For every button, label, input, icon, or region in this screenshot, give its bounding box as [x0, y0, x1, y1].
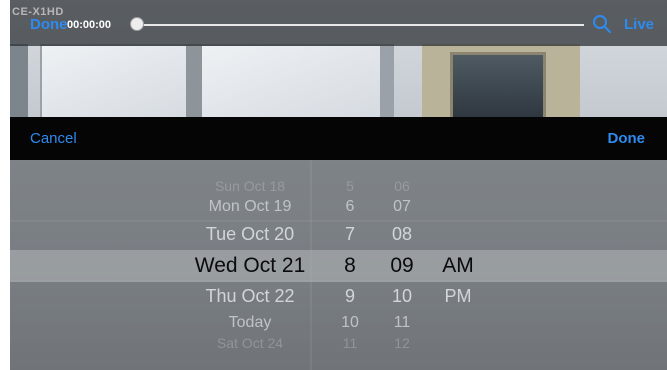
player-done-button[interactable]: Done — [30, 16, 68, 33]
hour-option[interactable]: 11 — [328, 335, 372, 351]
minute-option[interactable]: 12 — [380, 335, 424, 351]
hour-option[interactable]: 10 — [328, 314, 372, 332]
minute-option[interactable]: 08 — [380, 224, 424, 245]
hour-option[interactable]: 9 — [328, 286, 372, 307]
picker-row: Thu Oct 22 9 10 PM — [10, 286, 667, 312]
ampm-option[interactable]: PM — [428, 286, 488, 307]
timecode: 00:00:00 — [67, 19, 112, 31]
selected-ampm[interactable]: AM — [428, 254, 488, 278]
picker-row: Tue Oct 20 7 08 — [10, 224, 667, 250]
minute-option[interactable]: 10 — [380, 286, 424, 307]
selected-date[interactable]: Wed Oct 21 — [160, 254, 340, 278]
minute-option[interactable]: 11 — [380, 314, 424, 332]
selected-minute[interactable]: 09 — [380, 254, 424, 278]
date-option[interactable]: Sun Oct 18 — [160, 178, 340, 194]
minute-option[interactable]: 07 — [380, 198, 424, 216]
player-bar: CE-X1HD Done 00:00:00 Live — [10, 0, 667, 46]
hour-option[interactable]: 5 — [328, 178, 372, 194]
picker-toolbar: Cancel Done — [10, 117, 667, 160]
date-option[interactable]: Mon Oct 19 — [160, 198, 340, 216]
picker-selected-row: Wed Oct 21 8 09 AM — [10, 254, 667, 280]
live-button[interactable]: Live — [624, 16, 654, 33]
date-time-picker[interactable]: Sun Oct 18 5 06 Mon Oct 19 6 07 Tue Oct … — [10, 160, 667, 370]
hour-option[interactable]: 7 — [328, 224, 372, 245]
scrub-knob[interactable] — [130, 17, 144, 31]
cancel-button[interactable]: Cancel — [30, 130, 77, 147]
search-icon[interactable] — [592, 14, 612, 34]
done-button[interactable]: Done — [608, 130, 646, 147]
date-option[interactable]: Sat Oct 24 — [160, 335, 340, 351]
hour-option[interactable]: 6 — [328, 198, 372, 216]
date-option[interactable]: Today — [160, 314, 340, 332]
date-option[interactable]: Tue Oct 20 — [160, 224, 340, 245]
selected-hour[interactable]: 8 — [328, 254, 372, 278]
picker-row: Sat Oct 24 11 12 — [10, 335, 667, 361]
scrub-track[interactable] — [137, 24, 584, 26]
date-option[interactable]: Thu Oct 22 — [160, 286, 340, 307]
picker-row: Mon Oct 19 6 07 — [10, 198, 667, 224]
minute-option[interactable]: 06 — [380, 178, 424, 194]
